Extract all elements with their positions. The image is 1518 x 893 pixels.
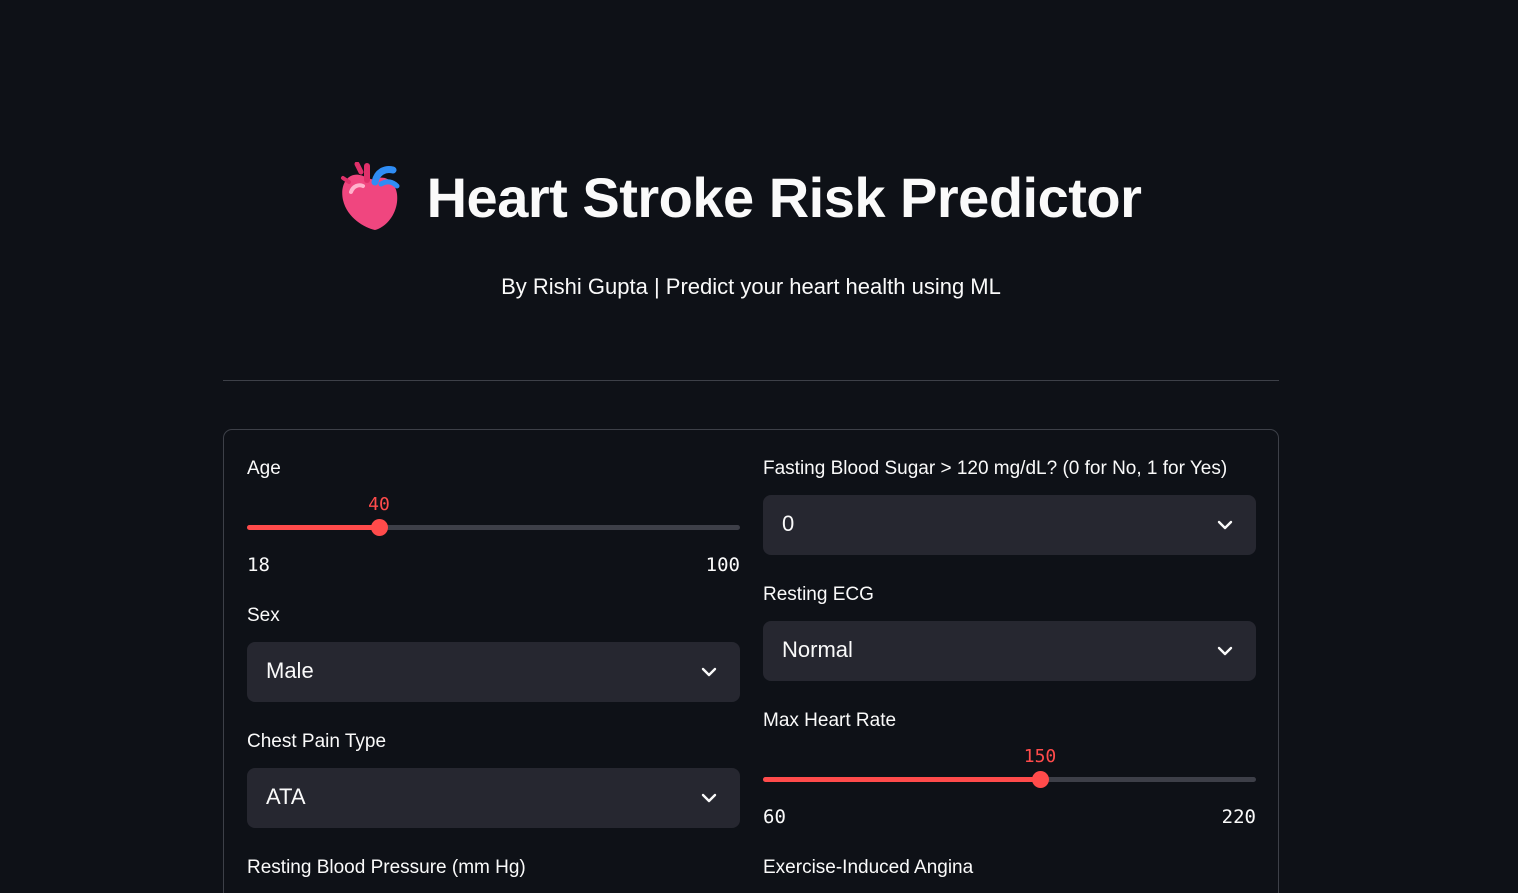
age-slider-max: 100 xyxy=(705,554,740,576)
chest-pain-select[interactable]: ATA xyxy=(247,768,740,828)
chest-pain-select-value: ATA xyxy=(266,784,306,809)
resting-ecg-select-value: Normal xyxy=(782,637,853,662)
age-slider-thumb[interactable] xyxy=(371,519,388,536)
resting-ecg-select[interactable]: Normal xyxy=(763,621,1256,681)
sex-select[interactable]: Male xyxy=(247,642,740,702)
resting-bp-label: Resting Blood Pressure (mm Hg) xyxy=(247,857,526,878)
sex-label: Sex xyxy=(247,605,280,626)
app-page: Heart Stroke Risk Predictor By Rishi Gup… xyxy=(0,0,1518,893)
anatomical-heart-icon xyxy=(340,162,400,230)
max-hr-slider-value: 150 xyxy=(1023,746,1057,767)
divider xyxy=(223,380,1279,381)
fasting-bs-select[interactable]: 0 xyxy=(763,495,1256,555)
age-slider-min: 18 xyxy=(247,554,270,576)
chevron-down-icon xyxy=(701,667,717,677)
age-slider-fill xyxy=(247,525,379,530)
chevron-down-icon xyxy=(701,793,717,803)
chest-pain-label: Chest Pain Type xyxy=(247,731,387,752)
max-hr-slider-fill xyxy=(763,777,1040,782)
chevron-down-icon xyxy=(1217,520,1233,530)
chevron-down-icon xyxy=(1217,646,1233,656)
age-label: Age xyxy=(247,458,281,479)
prediction-form: Age 40 18 100 Sex Male Chest Pain Type A… xyxy=(223,429,1279,893)
age-slider-value: 40 xyxy=(368,494,390,515)
age-slider[interactable]: 40 18 100 xyxy=(247,494,740,590)
max-hr-slider[interactable]: 150 60 220 xyxy=(763,746,1256,842)
max-hr-slider-max: 220 xyxy=(1221,806,1256,828)
fasting-bs-select-value: 0 xyxy=(782,511,795,536)
sex-select-value: Male xyxy=(266,658,314,683)
resting-ecg-label: Resting ECG xyxy=(763,584,874,605)
page-subtitle: By Rishi Gupta | Predict your heart heal… xyxy=(501,274,1001,299)
header: Heart Stroke Risk Predictor xyxy=(0,162,1518,232)
max-hr-slider-min: 60 xyxy=(763,806,786,828)
fasting-bs-label: Fasting Blood Sugar > 120 mg/dL? (0 for … xyxy=(763,458,1228,479)
max-hr-slider-thumb[interactable] xyxy=(1032,771,1049,788)
max-hr-label: Max Heart Rate xyxy=(763,710,897,731)
page-title: Heart Stroke Risk Predictor xyxy=(426,165,1142,229)
exercise-angina-label: Exercise-Induced Angina xyxy=(763,857,974,878)
